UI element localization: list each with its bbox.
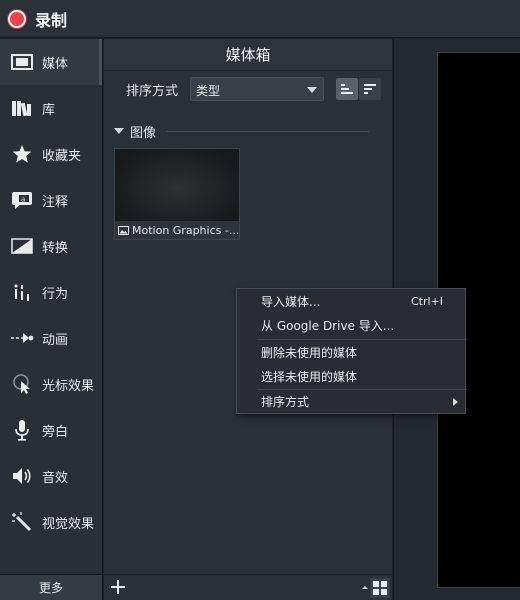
menu-item-shortcut: Ctrl+I xyxy=(410,295,443,308)
panel-bottom-bar xyxy=(104,574,392,600)
chevron-right-icon xyxy=(453,398,458,406)
sidebar-item-label: 音效 xyxy=(42,470,69,486)
sort-dropdown[interactable]: 类型 xyxy=(190,77,324,101)
media-caption: Motion Graphics -... xyxy=(115,221,239,239)
record-button[interactable]: 录制 xyxy=(0,0,67,38)
sidebar-item-label: 光标效果 xyxy=(42,378,95,394)
sidebar-item-label: 库 xyxy=(42,102,56,118)
record-icon xyxy=(8,9,26,28)
sidebar-item-annotations[interactable]: a 注释 xyxy=(0,177,102,223)
sidebar-item-label: 行为 xyxy=(42,286,69,302)
more-button[interactable]: 更多 xyxy=(0,574,102,600)
sidebar-item-label: 动画 xyxy=(42,332,69,348)
sort-ascending-icon xyxy=(341,84,353,94)
magic-wand-icon xyxy=(10,511,34,533)
chevron-up-icon[interactable] xyxy=(361,580,369,594)
behavior-icon xyxy=(10,281,34,303)
star-icon xyxy=(10,143,34,165)
group-label: 图像 xyxy=(130,125,157,141)
library-icon xyxy=(10,97,34,119)
menu-item-import-media[interactable]: 导入媒体... Ctrl+I xyxy=(237,289,465,314)
sidebar-item-audio-effects[interactable]: 音效 xyxy=(0,453,102,499)
group-divider xyxy=(166,130,369,132)
sort-descending-button[interactable] xyxy=(359,78,381,100)
annotation-icon: a xyxy=(10,189,34,211)
thumbnail-view-button[interactable] xyxy=(370,578,390,598)
collapse-caret-icon xyxy=(114,128,124,134)
sort-descending-icon xyxy=(364,84,376,94)
animation-icon xyxy=(10,327,34,349)
menu-item-delete-unused-media[interactable]: 删除未使用的媒体 xyxy=(237,340,465,365)
tools-sidebar: 媒体 库 收藏夹 a 注释 转换 行为 动画 光标效果 旁白 音效 视觉效果 更… xyxy=(0,39,103,600)
menu-item-label: 选择未使用的媒体 xyxy=(261,370,358,384)
menu-item-select-unused-media[interactable]: 选择未使用的媒体 xyxy=(237,364,465,389)
media-name: Motion Graphics -... xyxy=(132,223,239,237)
sort-label: 排序方式 xyxy=(126,84,179,99)
add-media-button[interactable] xyxy=(108,577,128,597)
sidebar-item-label: 旁白 xyxy=(42,424,69,440)
sidebar-item-favorites[interactable]: 收藏夹 xyxy=(0,131,102,177)
sidebar-item-visual-effects[interactable]: 视觉效果 xyxy=(0,499,102,545)
film-icon xyxy=(10,51,34,73)
plus-icon xyxy=(111,580,125,594)
sidebar-item-transitions[interactable]: 转换 xyxy=(0,223,102,269)
menu-item-sort-by[interactable]: 排序方式 xyxy=(237,389,465,414)
sidebar-item-label: 转换 xyxy=(42,240,69,256)
sort-row: 排序方式 类型 xyxy=(104,73,392,105)
chevron-down-icon xyxy=(307,87,317,93)
transition-icon xyxy=(10,235,34,257)
image-icon xyxy=(118,225,129,235)
sidebar-item-label: 媒体 xyxy=(42,56,69,72)
sort-ascending-button[interactable] xyxy=(336,78,358,100)
microphone-icon xyxy=(10,419,34,441)
grid-icon xyxy=(373,581,387,595)
svg-text:a: a xyxy=(21,196,25,204)
media-item[interactable]: Motion Graphics -... xyxy=(114,148,240,240)
sidebar-item-animations[interactable]: 动画 xyxy=(0,315,102,361)
menu-item-label: 导入媒体... xyxy=(261,295,321,309)
panel-title: 媒体箱 xyxy=(104,39,392,71)
menu-item-label: 删除未使用的媒体 xyxy=(261,346,358,360)
sidebar-item-voice-narration[interactable]: 旁白 xyxy=(0,407,102,453)
sidebar-item-behaviors[interactable]: 行为 xyxy=(0,269,102,315)
menu-item-import-google-drive[interactable]: 从 Google Drive 导入... xyxy=(237,313,465,338)
sidebar-item-label: 注释 xyxy=(42,194,69,210)
title-bar: 录制 xyxy=(0,0,520,38)
media-thumbnail xyxy=(115,149,239,221)
menu-item-label: 从 Google Drive 导入... xyxy=(261,319,395,333)
menu-item-label: 排序方式 xyxy=(261,395,310,409)
sidebar-item-label: 视觉效果 xyxy=(42,516,95,532)
sidebar-item-cursor-effects[interactable]: 光标效果 xyxy=(0,361,102,407)
cursor-effect-icon xyxy=(10,373,34,395)
sidebar-item-media[interactable]: 媒体 xyxy=(0,39,102,85)
context-menu: 导入媒体... Ctrl+I 从 Google Drive 导入... 删除未使… xyxy=(236,288,467,414)
sort-dropdown-value: 类型 xyxy=(196,84,221,98)
record-label: 录制 xyxy=(35,10,68,30)
sidebar-item-library[interactable]: 库 xyxy=(0,85,102,131)
sidebar-item-label: 收藏夹 xyxy=(42,148,82,164)
group-header-images[interactable]: 图像 xyxy=(114,123,369,141)
speaker-icon xyxy=(10,465,34,487)
